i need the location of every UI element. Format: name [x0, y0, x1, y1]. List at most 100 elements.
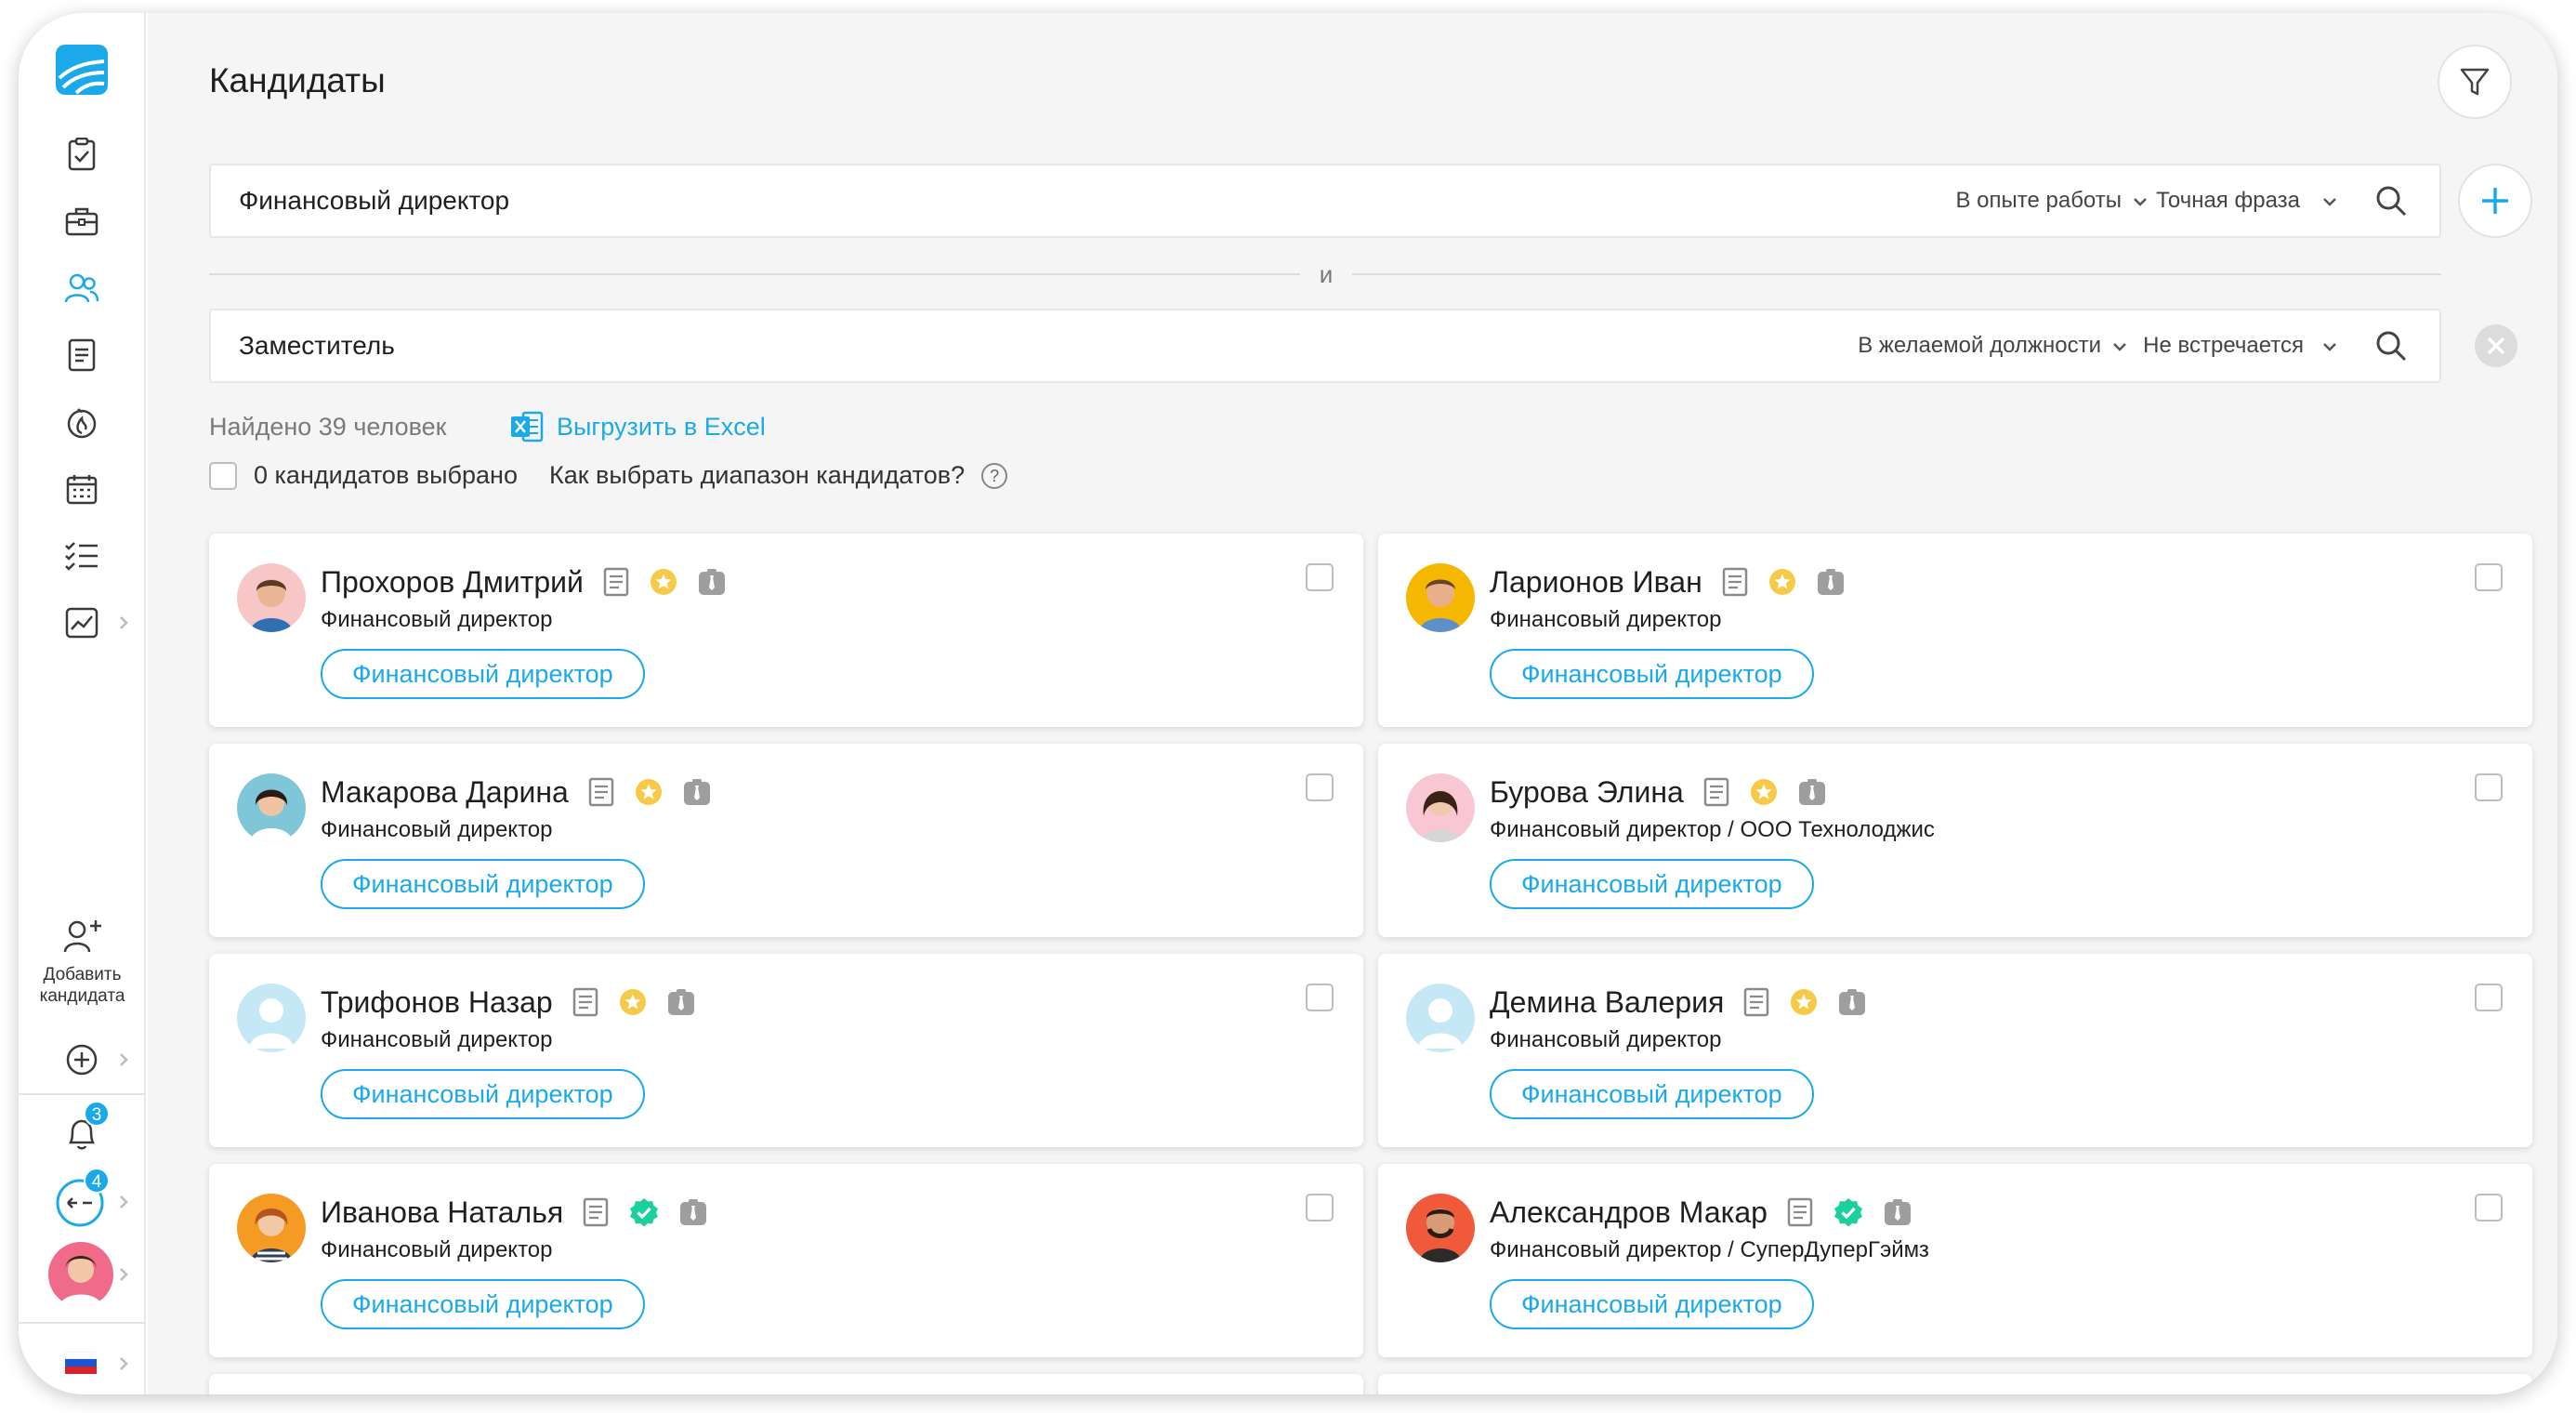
scope-select[interactable]: В желаемой должности: [1858, 310, 2101, 381]
resume-doc-icon[interactable]: [602, 567, 630, 597]
candidate-name[interactable]: Бурова Элина: [1490, 773, 1684, 811]
resume-doc-icon[interactable]: [1721, 567, 1749, 597]
candidate-checkbox[interactable]: [1306, 773, 1334, 801]
suit-tie-icon: [1816, 567, 1846, 597]
candidate-card[interactable]: Иванова Наталья Финансовый директор Финанс…: [209, 1164, 1363, 1357]
candidate-name-row: Бурова Элина: [1490, 773, 1827, 811]
candidate-name[interactable]: Макарова Дарина: [321, 773, 569, 811]
help-icon[interactable]: ?: [981, 462, 1008, 489]
briefcase-icon[interactable]: [63, 203, 100, 240]
vacancy-tag[interactable]: Финансовый директор: [1490, 1279, 1814, 1329]
mode-select[interactable]: Не встречается: [2143, 310, 2304, 381]
candidate-checkbox[interactable]: [1306, 563, 1334, 591]
add-condition-button[interactable]: [2458, 164, 2532, 238]
vacancy-tag[interactable]: Финансовый директор: [321, 649, 645, 699]
resume-doc-icon[interactable]: [1742, 987, 1770, 1017]
scope-select[interactable]: В опыте работы: [1955, 165, 2122, 236]
star-badge-icon: [1768, 567, 1797, 597]
candidate-position: Финансовый директор: [321, 1237, 553, 1262]
candidate-name[interactable]: Александров Макар: [1490, 1194, 1768, 1231]
resume-doc-icon[interactable]: [1786, 1197, 1814, 1227]
task-list-icon[interactable]: [63, 537, 100, 574]
plus-circle-icon[interactable]: [63, 1041, 100, 1078]
resume-doc-icon[interactable]: [1702, 777, 1730, 807]
candidate-position: Финансовый директор / СуперДуперГэймз: [1490, 1237, 1929, 1262]
candidate-checkbox[interactable]: [2475, 984, 2503, 1011]
candidate-card[interactable]: Ларионов Иван Финансовый директор Финансов…: [1378, 534, 2532, 727]
add-candidate-button[interactable]: Добавить кандидата: [19, 918, 146, 1007]
candidate-card[interactable]: Александров Макар Финансовый директор / С…: [1378, 1164, 2532, 1357]
chevron-down-icon[interactable]: [2320, 337, 2339, 356]
candidate-card[interactable]: Прохоров Дмитрий Финансовый директор Финан…: [209, 534, 1363, 727]
candidate-name[interactable]: Ларионов Иван: [1490, 563, 1702, 601]
candidate-checkbox[interactable]: [2475, 773, 2503, 801]
resume-doc-icon[interactable]: [582, 1197, 610, 1227]
candidate-avatar[interactable]: [1406, 563, 1475, 632]
russia-flag-icon[interactable]: [65, 1352, 97, 1374]
candidate-position: Финансовый директор: [321, 817, 553, 842]
candidate-name[interactable]: Прохоров Дмитрий: [321, 563, 584, 601]
candidate-avatar[interactable]: [1406, 773, 1475, 842]
search-icon[interactable]: [2374, 184, 2408, 218]
star-badge-icon: [649, 567, 678, 597]
candidate-card[interactable]: Трифонов Назар Финансовый директор Финансо…: [209, 954, 1363, 1147]
chevron-right-icon[interactable]: [115, 1266, 132, 1283]
remove-condition-icon[interactable]: [2474, 324, 2518, 368]
candidate-name[interactable]: Иванова Наталья: [321, 1194, 563, 1231]
filter-button[interactable]: [2438, 45, 2512, 119]
candidate-checkbox[interactable]: [2475, 563, 2503, 591]
candidate-avatar[interactable]: [1406, 984, 1475, 1052]
mode-select[interactable]: Точная фраза: [2156, 165, 2300, 236]
chevron-right-icon[interactable]: [115, 614, 132, 631]
candidate-avatar[interactable]: [237, 773, 306, 842]
app-logo-icon[interactable]: [56, 45, 108, 95]
analytics-icon[interactable]: [63, 604, 100, 641]
vacancy-tag[interactable]: Финансовый директор: [1490, 1069, 1814, 1119]
sidebar-divider: [19, 1322, 146, 1324]
chevron-down-icon[interactable]: [2110, 337, 2129, 356]
candidate-position: Финансовый директор: [1490, 607, 1722, 632]
candidate-card[interactable]: Бурова Элина Финансовый директор / ООО Те…: [1378, 744, 2532, 937]
candidate-name[interactable]: Трифонов Назар: [321, 984, 553, 1021]
chevron-down-icon[interactable]: [2320, 192, 2339, 211]
resume-doc-icon[interactable]: [572, 987, 599, 1017]
resume-doc-icon[interactable]: [587, 777, 615, 807]
document-icon[interactable]: [63, 337, 100, 374]
vacancy-tag[interactable]: Финансовый директор: [1490, 859, 1814, 909]
candidate-avatar[interactable]: [237, 563, 306, 632]
candidate-name[interactable]: Демина Валерия: [1490, 984, 1724, 1021]
candidate-avatar[interactable]: [237, 1194, 306, 1262]
candidate-checkbox[interactable]: [1306, 1194, 1334, 1222]
candidate-checkbox[interactable]: [1306, 984, 1334, 1011]
candidate-avatar[interactable]: [237, 984, 306, 1052]
chevron-right-icon[interactable]: [115, 1194, 132, 1210]
search-query-input[interactable]: Заместитель: [239, 310, 395, 381]
chevron-right-icon[interactable]: [115, 1355, 132, 1372]
candidate-card[interactable]: Макарова Дарина Финансовый директор Финанс…: [209, 744, 1363, 937]
range-help-link[interactable]: Как выбрать диапазон кандидатов?: [549, 461, 965, 490]
fire-icon[interactable]: [63, 403, 100, 441]
candidate-name-row: Александров Макар: [1490, 1194, 1912, 1231]
add-person-icon: [63, 920, 101, 953]
vacancy-tag[interactable]: Финансовый директор: [1490, 649, 1814, 699]
user-avatar[interactable]: [48, 1242, 113, 1307]
vacancy-tag[interactable]: Финансовый директор: [321, 1279, 645, 1329]
chevron-down-icon[interactable]: [2131, 192, 2149, 211]
candidate-name-row: Ларионов Иван: [1490, 563, 1846, 601]
search-icon[interactable]: [2374, 329, 2408, 363]
checklist-doc-icon[interactable]: [63, 136, 100, 173]
candidate-card[interactable]: Демина Валерия Финансовый директор Финансо…: [1378, 954, 2532, 1147]
excel-icon: [511, 411, 544, 442]
calendar-icon[interactable]: [63, 470, 100, 508]
candidate-avatar[interactable]: [1406, 1194, 1475, 1262]
candidates-icon[interactable]: [63, 270, 100, 307]
export-excel-link[interactable]: Выгрузить в Excel: [510, 411, 766, 442]
export-excel-label[interactable]: Выгрузить в Excel: [557, 413, 766, 442]
chevron-right-icon[interactable]: [115, 1051, 132, 1068]
candidate-checkbox[interactable]: [2475, 1194, 2503, 1222]
select-all-checkbox[interactable]: [209, 461, 237, 490]
candidate-card-partial: [1378, 1374, 2532, 1394]
vacancy-tag[interactable]: Финансовый директор: [321, 1069, 645, 1119]
vacancy-tag[interactable]: Финансовый директор: [321, 859, 645, 909]
search-query-input[interactable]: Финансовый директор: [239, 165, 509, 236]
